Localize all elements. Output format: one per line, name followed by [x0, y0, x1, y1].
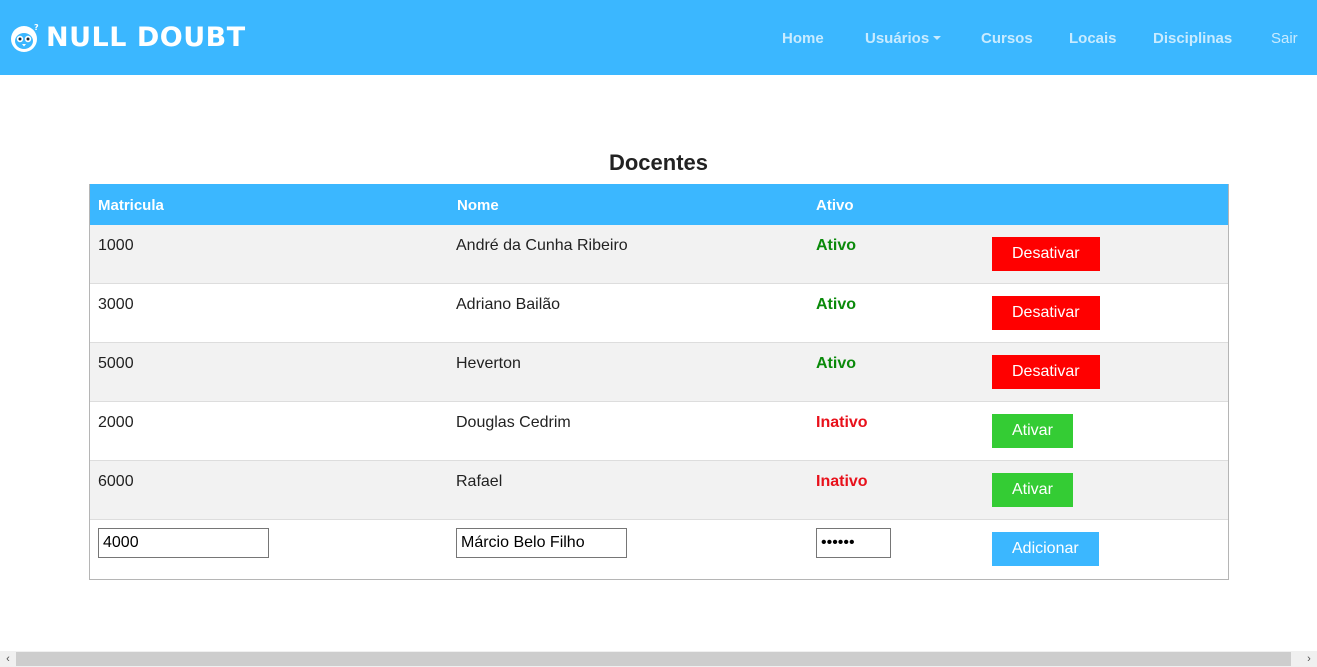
ativar-button[interactable]: Ativar: [992, 473, 1073, 507]
brand-name: NULL DOUBT: [46, 22, 246, 53]
table-row: 3000 Adriano Bailão Ativo Desativar: [90, 284, 1228, 343]
status-badge: Inativo: [816, 473, 868, 490]
docentes-table: Matricula Nome Ativo 1000 André da Cunha…: [89, 184, 1229, 580]
cell-nome: André da Cunha Ribeiro: [456, 237, 628, 254]
desativar-button[interactable]: Desativar: [992, 237, 1100, 271]
header-matricula: Matricula: [98, 197, 164, 214]
table-row: 5000 Heverton Ativo Desativar: [90, 343, 1228, 402]
horizontal-scrollbar[interactable]: ‹ ›: [0, 651, 1317, 667]
status-badge: Ativo: [816, 237, 856, 254]
senha-input[interactable]: [816, 528, 891, 558]
penguin-logo-icon: ?: [11, 23, 39, 52]
scrollbar-thumb[interactable]: [16, 652, 1291, 666]
svg-text:?: ?: [34, 23, 39, 32]
nav-locais[interactable]: Locais: [1069, 30, 1117, 48]
nav-home[interactable]: Home: [782, 30, 824, 48]
ativar-button[interactable]: Ativar: [992, 414, 1073, 448]
scroll-left-icon[interactable]: ‹: [0, 651, 16, 667]
page-title: Docentes: [608, 150, 709, 175]
adicionar-button[interactable]: Adicionar: [992, 532, 1099, 566]
table-header: Matricula Nome Ativo: [90, 184, 1228, 225]
nav-sair[interactable]: Sair: [1271, 30, 1298, 48]
cell-nome: Rafael: [456, 473, 503, 490]
matricula-input[interactable]: [98, 528, 269, 558]
nome-input[interactable]: [456, 528, 627, 558]
cell-matricula: 6000: [98, 473, 134, 490]
cell-matricula: 5000: [98, 355, 134, 372]
top-navbar: ? NULL DOUBT Home Usuários Cursos Locais…: [0, 0, 1317, 75]
scroll-right-icon[interactable]: ›: [1301, 651, 1317, 667]
header-ativo: Ativo: [816, 197, 854, 214]
cell-nome: Douglas Cedrim: [456, 414, 571, 431]
table-row: 6000 Rafael Inativo Ativar: [90, 461, 1228, 520]
caret-down-icon: [933, 36, 942, 40]
table-row: 1000 André da Cunha Ribeiro Ativo Desati…: [90, 225, 1228, 284]
cell-matricula: 2000: [98, 414, 134, 431]
desativar-button[interactable]: Desativar: [992, 355, 1100, 389]
header-nome: Nome: [457, 197, 499, 214]
cell-nome: Adriano Bailão: [456, 296, 561, 313]
table-row: 2000 Douglas Cedrim Inativo Ativar: [90, 402, 1228, 461]
cell-nome: Heverton: [456, 355, 521, 372]
new-docente-row: Adicionar: [90, 520, 1228, 579]
cell-matricula: 3000: [98, 296, 134, 313]
status-badge: Ativo: [816, 296, 856, 313]
nav-usuarios-label: Usuários: [865, 30, 930, 47]
desativar-button[interactable]: Desativar: [992, 296, 1100, 330]
cell-matricula: 1000: [98, 237, 134, 254]
nav-usuarios-dropdown[interactable]: Usuários: [865, 30, 942, 48]
status-badge: Inativo: [816, 414, 868, 431]
nav-cursos[interactable]: Cursos: [981, 30, 1033, 48]
brand-logo[interactable]: ? NULL DOUBT: [10, 22, 246, 54]
status-badge: Ativo: [816, 355, 856, 372]
nav-disciplinas[interactable]: Disciplinas: [1153, 30, 1232, 48]
